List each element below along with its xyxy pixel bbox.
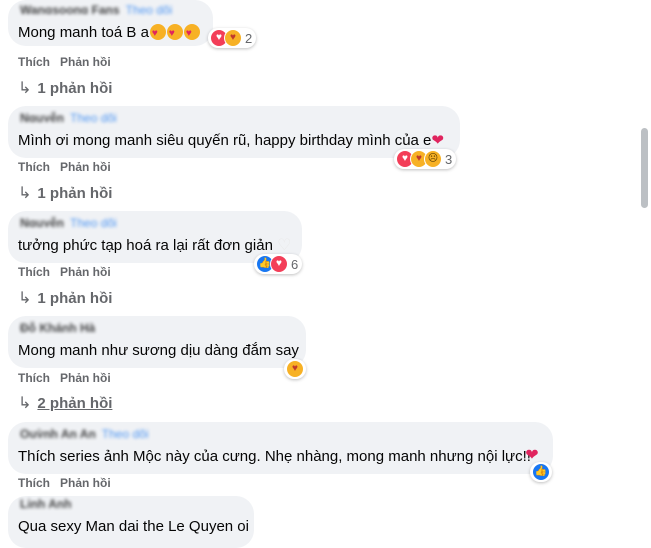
red-heart-emoji-icon: ❤ <box>431 132 444 149</box>
reply-button[interactable]: Phản hồi <box>60 265 111 279</box>
comment-text: Mình ơi mong manh siêu quyến rũ, happy b… <box>18 132 444 149</box>
reply-arrow-icon: ↳ <box>18 395 32 412</box>
view-replies-link[interactable]: ↳ 1 phản hồi <box>18 288 112 308</box>
reply-button[interactable]: Phản hồi <box>60 55 111 69</box>
like-button[interactable]: Thích <box>18 55 50 69</box>
comment-author[interactable]: Đỗ Khánh Hà <box>20 322 95 332</box>
care-reaction-icon: ♥ <box>286 360 304 378</box>
reply-button[interactable]: Phản hồi <box>60 371 111 385</box>
comment-actions: Thích Phản hồi <box>18 371 121 385</box>
like-button[interactable]: Thích <box>18 371 50 385</box>
comment-author[interactable]: Linh Anh <box>20 498 72 508</box>
comment-actions: Thích Phản hồi <box>18 476 121 490</box>
sad-reaction-icon: ☹ <box>424 150 442 168</box>
like-button[interactable]: Thích <box>18 476 50 490</box>
reply-button[interactable]: Phản hồi <box>60 160 111 174</box>
comment-text: tưởng phức tạp hoá ra lại rất đơn giản ♡ <box>18 237 292 254</box>
reply-arrow-icon: ↳ <box>18 185 32 202</box>
comment-author[interactable]: Quỳnh An An Theo dõi <box>20 428 148 438</box>
comment-bubble: Wangsoong Fans Theo dõi Mong manh toá B a <box>8 0 213 46</box>
comment-bubble: Nguyễn Theo dõi Mình ơi mong manh siêu qu… <box>8 106 460 158</box>
comment-bubble: Đỗ Khánh Hà Mong manh như sương dịu dàng… <box>8 316 306 368</box>
comment-bubble: Linh Anh Qua sexy Man dai the Le Quyen o… <box>8 496 254 548</box>
view-replies-link[interactable]: ↳ 1 phản hồi <box>18 183 112 203</box>
view-replies-link[interactable]: ↳ 2 phản hồi <box>18 393 112 413</box>
view-replies-link[interactable]: ↳ 1 phản hồi <box>18 78 112 98</box>
love-reaction-icon: ♥ <box>270 255 288 273</box>
comment-actions: Thích Phản hồi <box>18 265 121 279</box>
reaction-count: 6 <box>291 256 299 272</box>
reaction-summary[interactable]: 👍 ♥ 6 <box>254 254 303 274</box>
reply-arrow-icon: ↳ <box>18 80 32 97</box>
reaction-summary[interactable]: ♥ <box>284 359 306 379</box>
reaction-summary[interactable]: 👍 <box>530 462 552 482</box>
comment-author[interactable]: Nguyễn Theo dõi <box>20 112 117 122</box>
comment-text: Mong manh toá B a <box>18 24 200 43</box>
heart-face-emoji-icon <box>149 24 166 43</box>
reaction-count: 2 <box>245 30 253 46</box>
reaction-summary[interactable]: ♥ ♥ ☹ 3 <box>394 149 457 169</box>
heart-face-emoji-icon <box>183 24 200 43</box>
comment-author[interactable]: Wangsoong Fans Theo dõi <box>20 4 172 14</box>
reaction-count: 3 <box>445 151 453 167</box>
comment-actions: Thích Phản hồi <box>18 55 121 69</box>
comment-actions: Thích Phản hồi <box>18 160 121 174</box>
scrollbar-thumb[interactable] <box>641 128 648 208</box>
comment-author[interactable]: Nguyễn Theo dõi <box>20 217 117 227</box>
like-button[interactable]: Thích <box>18 265 50 279</box>
comment-text: Thích series ảnh Mộc này của cưng. Nhẹ n… <box>18 448 531 465</box>
like-button[interactable]: Thích <box>18 160 50 174</box>
reply-button[interactable]: Phản hồi <box>60 476 111 490</box>
heart-face-emoji-icon <box>166 24 183 43</box>
comment-text: Qua sexy Man dai the Le Quyen oi <box>18 518 249 535</box>
reaction-summary[interactable]: ♥ ♥ 2 <box>208 28 257 48</box>
care-reaction-icon: ♥ <box>224 29 242 47</box>
comment-text: Mong manh như sương dịu dàng đắm say <box>18 342 299 359</box>
like-reaction-icon: 👍 <box>532 463 550 481</box>
white-heart-emoji-icon: ♡ <box>277 237 292 254</box>
reply-arrow-icon: ↳ <box>18 290 32 307</box>
comment-bubble: Quỳnh An An Theo dõi Thích series ảnh Mộc… <box>8 422 553 474</box>
